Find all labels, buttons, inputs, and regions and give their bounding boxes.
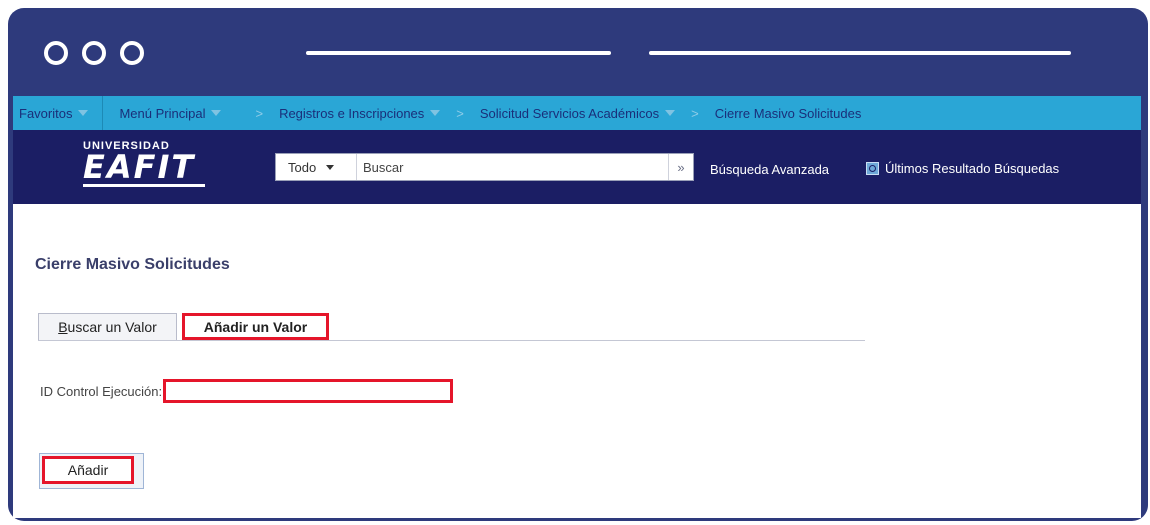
breadcrumb-registros[interactable]: Registros e Inscripciones [273,106,446,121]
main-menu-label: Menú Principal [119,105,206,121]
eafit-logo[interactable]: UNIVERSIDAD EAFIT [83,140,205,187]
favorites-menu[interactable]: Favoritos [13,106,94,121]
logo-main-text: EAFIT [83,148,196,186]
main-menu[interactable]: Menú Principal [113,106,227,121]
tab-label: uscar un Valor [67,319,157,335]
window-dot-icon[interactable] [120,41,144,65]
title-bar-line [649,51,1071,55]
run-control-field: ID Control Ejecución: [40,379,454,403]
search-go-icon[interactable]: » [668,154,693,180]
browser-content: Favoritos Menú Principal > Registros e I… [13,96,1141,518]
breadcrumb-label: Solicitud Servicios Académicos [479,105,660,121]
recent-searches-link[interactable]: Últimos Resultado Búsquedas [866,161,1059,176]
add-button[interactable]: Añadir [42,456,134,484]
page-title: Cierre Masivo Solicitudes [35,256,230,273]
advanced-search-link[interactable]: Búsqueda Avanzada [710,162,829,177]
nav-divider [102,96,104,130]
favorites-label: Favoritos [19,105,73,121]
run-control-input[interactable] [163,379,454,403]
chevron-down-icon [211,110,222,116]
chevron-down-icon [78,110,89,116]
title-bar-line [306,51,611,55]
breadcrumb-label: Cierre Masivo Solicitudes [714,105,862,121]
search-results-icon [866,162,879,175]
navigation-bar: Favoritos Menú Principal > Registros e I… [13,96,1141,130]
chevron-down-icon [326,164,335,170]
run-control-label: ID Control Ejecución: [40,383,163,399]
breadcrumb-label: Registros e Inscripciones [279,105,425,121]
tab-label: Añadir un Valor [203,318,308,335]
search-tabs: Buscar un Valor Añadir un Valor [38,311,865,341]
search-scope-label: Todo [288,159,317,175]
breadcrumb-separator: > [691,105,699,121]
breadcrumb-solicitud[interactable]: Solicitud Servicios Académicos [474,106,681,121]
tab-accesskey: B [58,319,68,335]
site-header: UNIVERSIDAD EAFIT Todo » Búsqueda Avanza… [13,130,1141,204]
tab-search-value[interactable]: Buscar un Valor [38,313,177,340]
breadcrumb-separator: > [456,105,464,121]
search-scope-select[interactable]: Todo [276,154,357,180]
tabs-divider [38,340,865,341]
breadcrumb-separator: > [255,105,264,121]
tab-add-value[interactable]: Añadir un Valor [182,313,329,340]
add-button-frame: Añadir [39,453,144,489]
breadcrumb-cierre[interactable]: Cierre Masivo Solicitudes [709,106,868,121]
chevron-down-icon [430,110,441,116]
window-dot-icon[interactable] [44,41,68,65]
recent-searches-label: Últimos Resultado Búsquedas [885,161,1060,176]
window-dot-icon[interactable] [82,41,106,65]
search-bar: Todo » [275,153,694,181]
search-input[interactable] [357,154,668,180]
chevron-down-icon [665,110,676,116]
window-controls [44,41,144,65]
